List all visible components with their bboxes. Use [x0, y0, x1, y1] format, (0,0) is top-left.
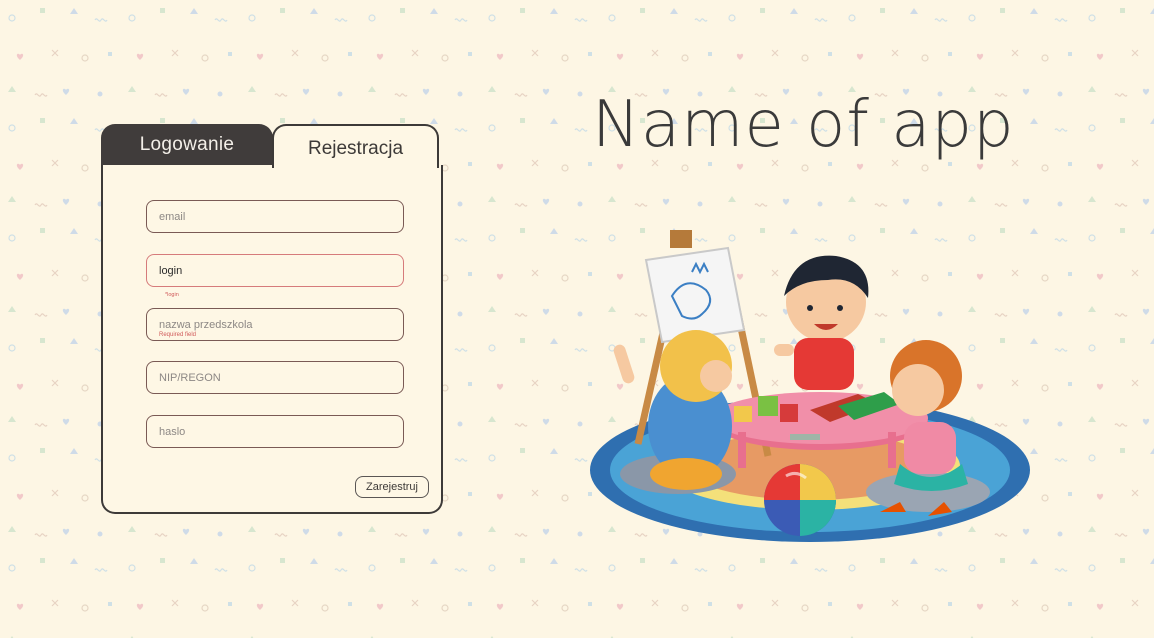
kids-playing-illustration — [590, 230, 1030, 542]
register-form: *login Required field Zarejestruj — [101, 165, 443, 514]
kindergarten-name-field[interactable] — [146, 308, 404, 341]
password-field[interactable] — [146, 415, 404, 448]
login-field[interactable] — [146, 254, 404, 287]
tab-register[interactable]: Rejestracja — [272, 124, 439, 168]
register-button[interactable]: Zarejestruj — [355, 476, 429, 498]
login-floating-label: *login — [163, 292, 181, 298]
app-title: Name of app — [592, 88, 1015, 162]
tab-login[interactable]: Logowanie — [101, 124, 273, 166]
auth-card: Logowanie *login Required field Zarejest… — [101, 124, 443, 516]
email-field[interactable] — [146, 200, 404, 233]
nip-regon-field[interactable] — [146, 361, 404, 394]
